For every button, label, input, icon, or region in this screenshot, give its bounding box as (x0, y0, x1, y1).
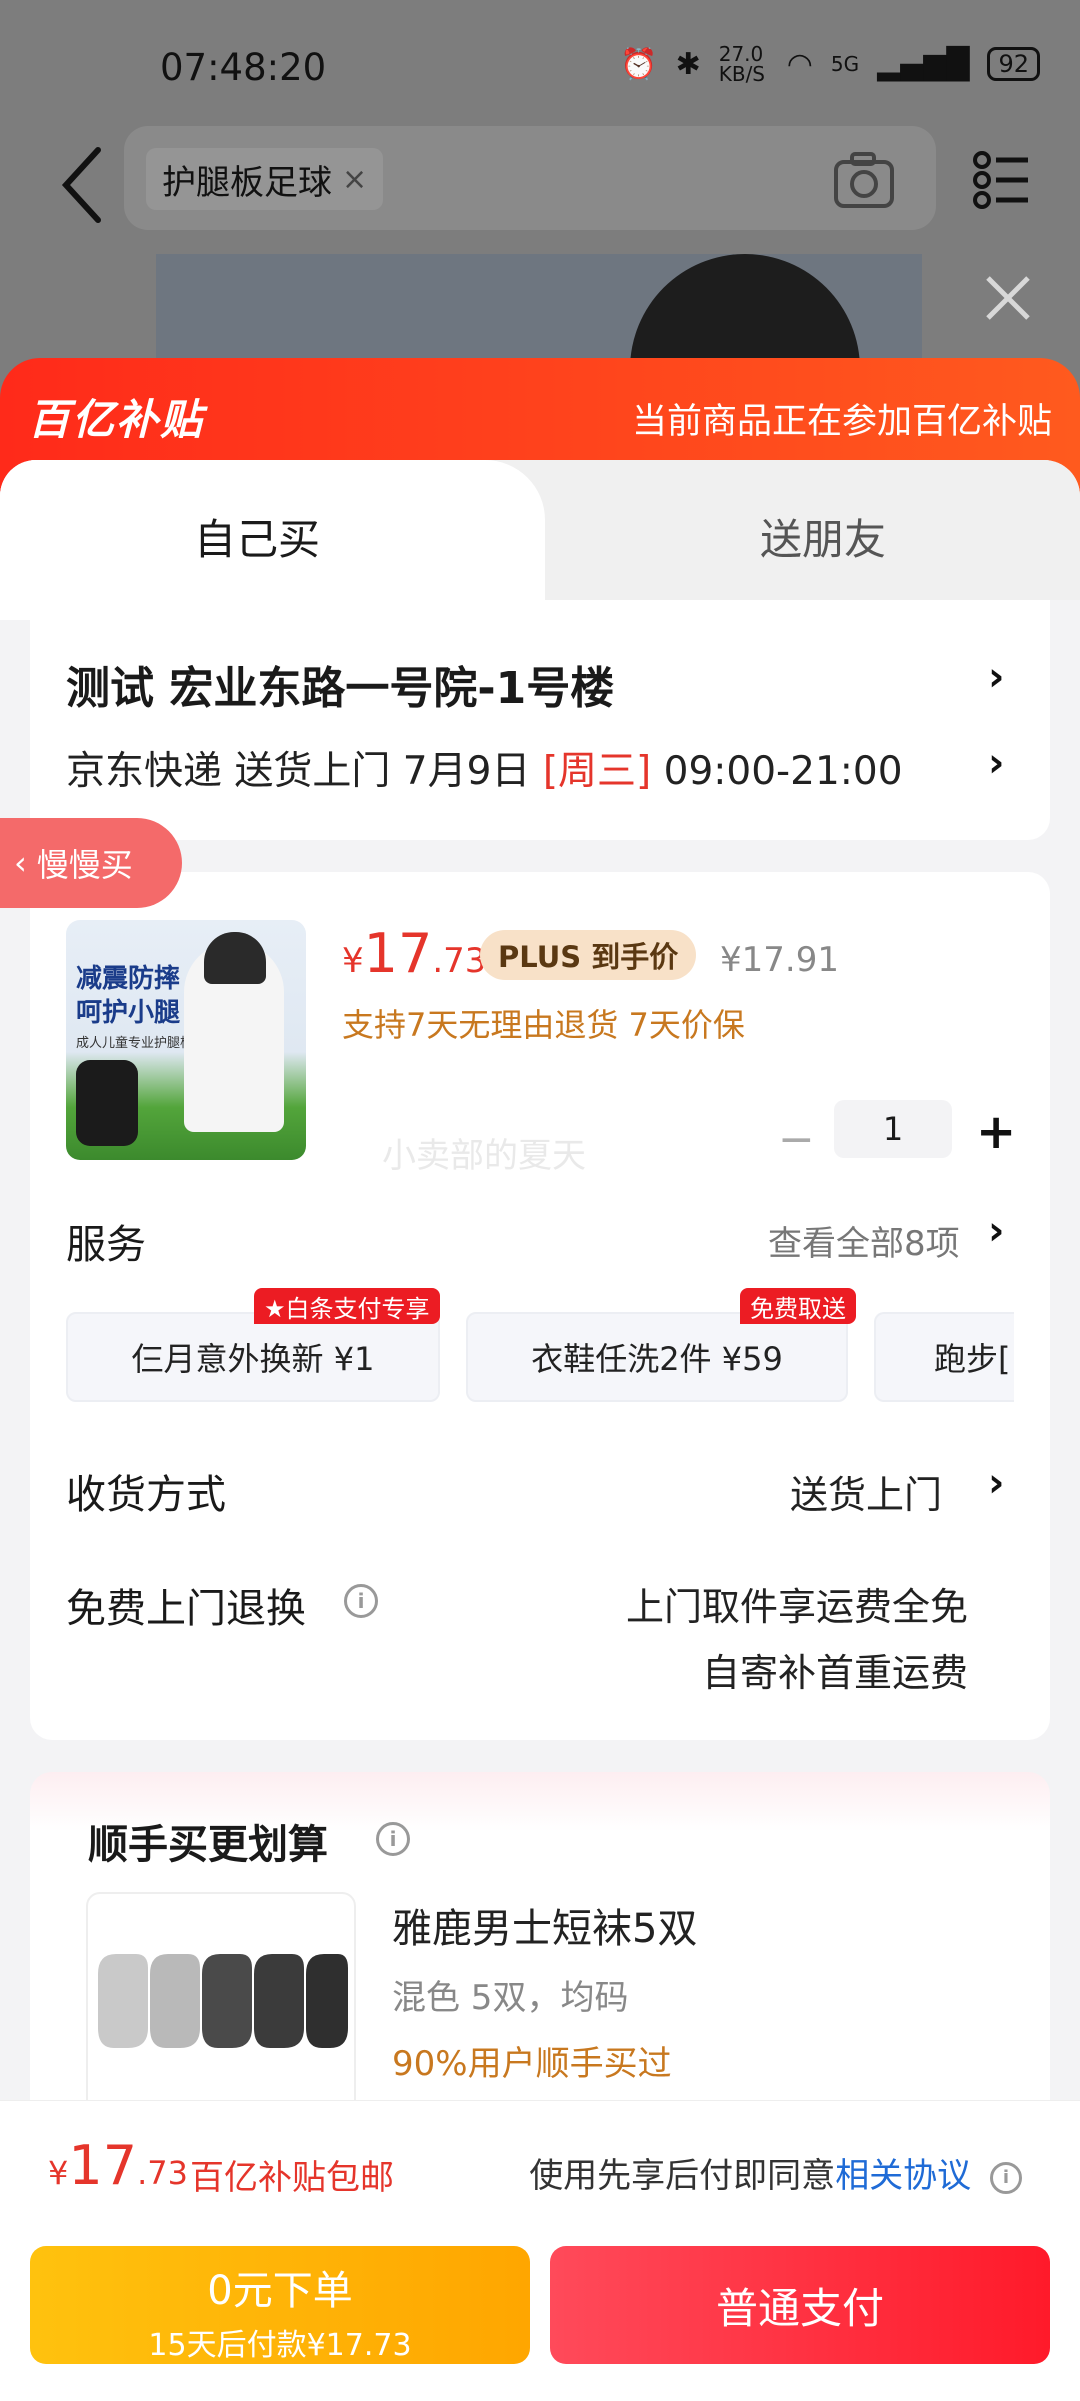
agreement-info-icon[interactable]: i (990, 2161, 1022, 2194)
delivery-method-title: 收货方式 (66, 1472, 226, 1518)
quantity-input[interactable]: 1 (834, 1100, 952, 1158)
thumb-text-2: 呵护小腿 (76, 998, 181, 1028)
total-price-symbol: ¥ (48, 2154, 69, 2192)
clear-icon[interactable]: × (342, 162, 367, 197)
shin-guard-image (76, 1060, 138, 1146)
services-view-all[interactable]: 查看全部8项 (768, 1216, 960, 1265)
price-symbol: ¥ (342, 941, 364, 981)
thumb-text-3: 成人儿童专业护腿板 (76, 1036, 194, 1051)
service-item[interactable]: 仨月意外换新 ¥1 (66, 1312, 440, 1402)
chevron-left-icon: ‹ (14, 844, 27, 882)
service-item-tag: ★白条支付专享 (254, 1288, 440, 1324)
info-icon[interactable]: i (344, 1584, 378, 1618)
thumb-headline: 减震防摔 呵护小腿 (76, 962, 180, 1030)
shipping-note: 百亿补贴包邮 (190, 2158, 394, 2198)
watermark: 小卖部的夏天 (382, 1136, 586, 1176)
free-return-line-1: 上门取件享运费全免 (625, 1585, 968, 1629)
service-item-label: 跑步[ (934, 1340, 1011, 1378)
menu-list-icon[interactable] (972, 150, 1032, 210)
addon-product-note: 90%用户顺手买过 (392, 2044, 672, 2084)
addon-title: 顺手买更划算 (88, 1822, 328, 1868)
price-dec: .73 (432, 941, 487, 981)
status-time: 07:48:20 (160, 46, 327, 89)
delivery-line[interactable]: 京东快递 送货上门 7月9日 [周三] 09:00-21:00 (66, 740, 903, 796)
addon-product-spec: 混色 5双，均码 (392, 1978, 629, 2018)
tab-self-buy-label[interactable]: 自己买 (194, 506, 320, 567)
service-item-label: 仨月意外换新 ¥1 (131, 1340, 375, 1378)
camera-icon[interactable] (832, 148, 896, 212)
subsidy-logo: 百亿补贴 (28, 395, 205, 444)
pay-later-button[interactable]: 0元下单 15天后付款¥17.73 (30, 2246, 530, 2364)
socks-image (98, 1954, 348, 2048)
sock-thumbnail[interactable] (86, 1892, 356, 2126)
pay-later-label: 0元下单 (207, 2268, 353, 2314)
service-item-label: 衣鞋任洗2件 ¥59 (531, 1340, 783, 1378)
addon-info-icon[interactable]: i (376, 1822, 410, 1856)
bluetooth-icon: ✱ (675, 46, 701, 82)
addon-product-name[interactable]: 雅鹿男士短袜5双 (392, 1896, 697, 1954)
delivery-weekday: [周三] (542, 749, 652, 794)
quantity-minus-button[interactable]: − (778, 1114, 815, 1165)
original-price: ¥17.91 (720, 940, 839, 980)
product-price: ¥17.73 (342, 922, 486, 985)
price-int: 17 (363, 922, 433, 985)
close-icon[interactable] (980, 270, 1036, 326)
product-thumbnail[interactable]: 减震防摔 呵护小腿 成人儿童专业护腿板 (66, 920, 306, 1160)
thumb-text-1: 减震防摔 (76, 964, 181, 994)
total-price: ¥17.73 (48, 2134, 188, 2197)
normal-pay-button[interactable]: 普通支付 (550, 2246, 1050, 2364)
services-title: 服务 (66, 1222, 146, 1268)
services-chevron-icon[interactable]: › (988, 1208, 1004, 1254)
delivery-method-chevron-icon[interactable]: › (988, 1460, 1004, 1506)
agreement-link[interactable]: 相关协议 (835, 2156, 971, 2196)
subsidy-banner-text: 当前商品正在参加百亿补贴 (631, 402, 1052, 442)
net-speed: 27.0 KB/S (718, 42, 766, 86)
service-item-tag: 免费取送 (740, 1288, 856, 1324)
agreement-text: 使用先享后付即同意相关协议 i (529, 2148, 1022, 2197)
delivery-time: 09:00-21:00 (651, 749, 903, 794)
signal-icon: ▂▄▆█ (877, 46, 970, 82)
search-chip[interactable]: 护腿板足球 × (146, 148, 384, 210)
address-card[interactable] (30, 600, 1050, 840)
delivery-method-value[interactable]: 送货上门 (790, 1464, 942, 1519)
status-icons: ⏰ ✱ 27.0 KB/S ◠ 5G ▂▄▆█ 92 (620, 44, 1040, 84)
service-item[interactable]: 跑步[ (874, 1312, 1014, 1402)
total-price-dec: .73 (137, 2154, 188, 2192)
kid-hair (204, 932, 266, 984)
wifi-icon: ◠ (786, 46, 813, 82)
back-arrow-icon[interactable] (52, 140, 112, 230)
free-return-title: 免费上门退换 (66, 1586, 306, 1632)
tab-gift-label[interactable]: 送朋友 (760, 506, 886, 567)
free-return-line-2: 自寄补首重运费 (701, 1651, 968, 1695)
total-price-int: 17 (68, 2134, 138, 2197)
agreement-prefix: 使用先享后付即同意 (529, 2156, 836, 2196)
return-guarantee: 支持7天无理由退货 7天价保 (342, 1006, 745, 1044)
address-line[interactable]: 测试 宏业东路一号院-1号楼 (66, 652, 614, 716)
search-chip-label: 护腿板足球 (162, 162, 332, 203)
address-chevron-icon[interactable]: › (988, 654, 1004, 700)
service-item[interactable]: 衣鞋任洗2件 ¥59 (466, 1312, 848, 1402)
slow-buy-label: 慢慢买 (36, 846, 133, 884)
slow-buy-button[interactable]: ‹ 慢慢买 (0, 818, 182, 908)
pay-later-sublabel: 15天后付款¥17.73 (148, 2328, 412, 2363)
delivery-prefix: 京东快递 送货上门 7月9日 (66, 749, 543, 794)
alarm-icon: ⏰ (620, 46, 658, 82)
battery-icon: 92 (987, 47, 1040, 81)
delivery-chevron-icon[interactable]: › (988, 740, 1004, 786)
plus-price-badge: PLUS 到手价 (480, 930, 697, 980)
quantity-plus-button[interactable]: + (976, 1104, 1016, 1160)
signal-label: 5G (830, 52, 860, 76)
